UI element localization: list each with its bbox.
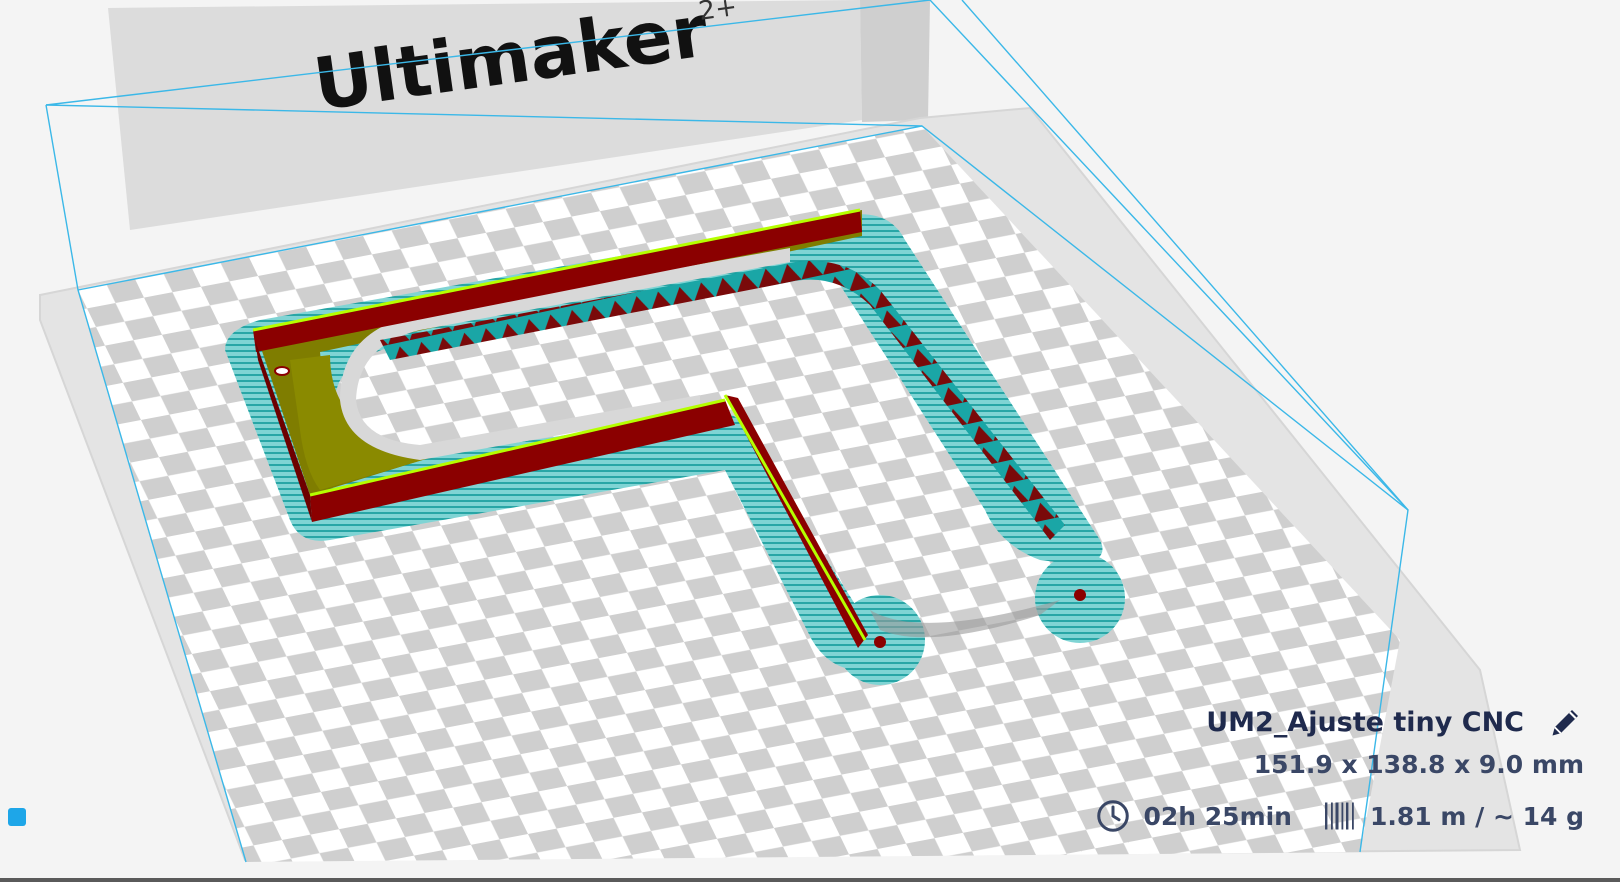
clock-icon	[1097, 800, 1130, 832]
material-usage: 1.81 m / ~ 14 g	[1369, 801, 1584, 831]
job-info-panel: UM2_Ajuste tiny CNC 151.9 x 138.8 x 9.0 …	[1064, 700, 1584, 838]
view-cube-icon[interactable]	[8, 808, 26, 826]
filament-spool-icon	[1324, 802, 1354, 830]
print-stats: 02h 25min 1.81 m / ~ 14 g	[1064, 794, 1584, 838]
print-time: 02h 25min	[1143, 801, 1292, 831]
3d-viewport[interactable]: Ultimaker 2+ UM2_Ajuste tiny CNC 151.9 x…	[0, 0, 1620, 882]
job-name-row: UM2_Ajuste tiny CNC	[1064, 700, 1584, 744]
back-panel-shade	[860, 0, 930, 122]
job-name: UM2_Ajuste tiny CNC	[1206, 706, 1524, 738]
model-dimensions: 151.9 x 138.8 x 9.0 mm	[1253, 750, 1584, 779]
window-bottom-edge	[0, 878, 1620, 882]
pencil-icon[interactable]	[1548, 704, 1584, 740]
